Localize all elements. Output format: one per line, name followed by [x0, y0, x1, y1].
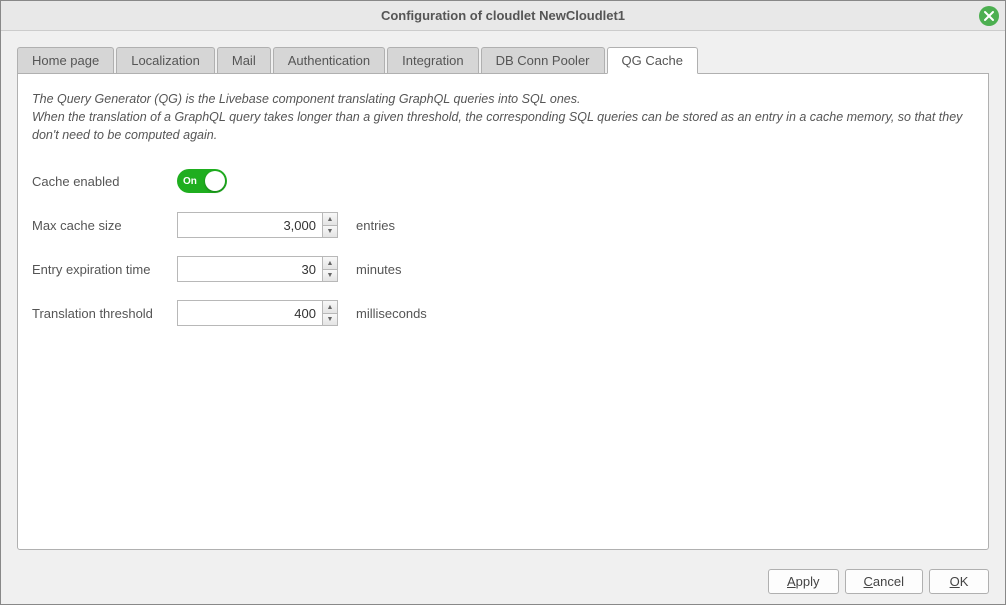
cache-enabled-label: Cache enabled: [32, 174, 177, 189]
entry-expiration-unit: minutes: [356, 262, 402, 277]
close-icon: [983, 10, 995, 22]
tab-panel-qg-cache: The Query Generator (QG) is the Livebase…: [17, 73, 989, 550]
max-cache-size-up[interactable]: ▲: [323, 213, 337, 226]
tab-mail[interactable]: Mail: [217, 47, 271, 74]
config-window: Configuration of cloudlet NewCloudlet1 H…: [0, 0, 1006, 605]
description-line2: When the translation of a GraphQL query …: [32, 110, 962, 142]
max-cache-size-spinner: ▲ ▼: [177, 212, 338, 238]
tab-bar: Home page Localization Mail Authenticati…: [17, 47, 989, 75]
max-cache-size-unit: entries: [356, 218, 395, 233]
row-translation-threshold: Translation threshold ▲ ▼ milliseconds: [32, 298, 974, 328]
window-title: Configuration of cloudlet NewCloudlet1: [381, 8, 625, 23]
apply-label-rest: pply: [796, 574, 820, 589]
toggle-knob: [205, 171, 225, 191]
max-cache-size-spin-buttons: ▲ ▼: [322, 212, 338, 238]
tab-home-page[interactable]: Home page: [17, 47, 114, 74]
entry-expiration-down[interactable]: ▼: [323, 270, 337, 282]
cache-enabled-toggle[interactable]: On: [177, 169, 227, 193]
tab-qg-cache[interactable]: QG Cache: [607, 47, 698, 74]
entry-expiration-label: Entry expiration time: [32, 262, 177, 277]
entry-expiration-spin-buttons: ▲ ▼: [322, 256, 338, 282]
entry-expiration-input[interactable]: [177, 256, 322, 282]
description-text: The Query Generator (QG) is the Livebase…: [32, 90, 974, 144]
description-line1: The Query Generator (QG) is the Livebase…: [32, 92, 580, 106]
apply-button[interactable]: Apply: [768, 569, 839, 594]
toggle-state-text: On: [183, 176, 197, 187]
entry-expiration-spinner: ▲ ▼: [177, 256, 338, 282]
ok-label-rest: K: [960, 574, 969, 589]
tab-localization[interactable]: Localization: [116, 47, 215, 74]
translation-threshold-input[interactable]: [177, 300, 322, 326]
entry-expiration-up[interactable]: ▲: [323, 257, 337, 270]
row-entry-expiration: Entry expiration time ▲ ▼ minutes: [32, 254, 974, 284]
translation-threshold-spin-buttons: ▲ ▼: [322, 300, 338, 326]
button-bar: Apply Cancel OK: [1, 561, 1005, 604]
max-cache-size-input[interactable]: [177, 212, 322, 238]
max-cache-size-down[interactable]: ▼: [323, 226, 337, 238]
cancel-label-rest: ancel: [873, 574, 904, 589]
cancel-button[interactable]: Cancel: [845, 569, 923, 594]
row-max-cache-size: Max cache size ▲ ▼ entries: [32, 210, 974, 240]
translation-threshold-unit: milliseconds: [356, 306, 427, 321]
translation-threshold-up[interactable]: ▲: [323, 301, 337, 314]
translation-threshold-label: Translation threshold: [32, 306, 177, 321]
tab-db-conn-pooler[interactable]: DB Conn Pooler: [481, 47, 605, 74]
tab-integration[interactable]: Integration: [387, 47, 478, 74]
translation-threshold-down[interactable]: ▼: [323, 314, 337, 326]
ok-button[interactable]: OK: [929, 569, 989, 594]
content-area: Home page Localization Mail Authenticati…: [1, 31, 1005, 561]
translation-threshold-spinner: ▲ ▼: [177, 300, 338, 326]
titlebar: Configuration of cloudlet NewCloudlet1: [1, 1, 1005, 31]
row-cache-enabled: Cache enabled On: [32, 166, 974, 196]
max-cache-size-label: Max cache size: [32, 218, 177, 233]
tab-authentication[interactable]: Authentication: [273, 47, 385, 74]
close-button[interactable]: [979, 6, 999, 26]
